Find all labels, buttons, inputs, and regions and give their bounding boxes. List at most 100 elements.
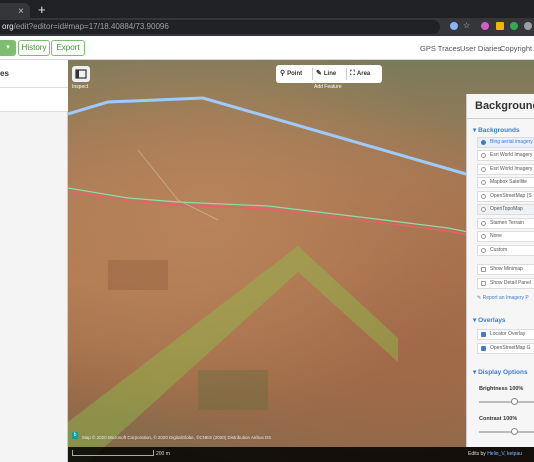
sidebar-row[interactable] <box>0 88 68 112</box>
browser-tab[interactable]: × <box>0 3 30 18</box>
radio-icon[interactable] <box>481 207 486 212</box>
report-imagery-link[interactable]: ✎ Report an Imagery P <box>477 295 529 301</box>
divider <box>467 118 534 119</box>
overlay-option[interactable]: OpenStreetMap G <box>477 343 534 354</box>
background-option-label: None <box>490 233 502 239</box>
add-area-button[interactable]: ⛶ Area <box>350 65 370 83</box>
background-option[interactable]: Stamen Terrain <box>477 218 534 229</box>
overlay-option-label: Locator Overlay <box>490 331 526 337</box>
overlays-section-header[interactable]: ▾ Overlays <box>473 316 506 324</box>
background-option[interactable]: Esri World Imagery <box>477 164 534 175</box>
map-footer: 200 m Edits by Helio_V, ketpau <box>68 447 534 462</box>
checkbox-icon[interactable] <box>481 281 486 286</box>
radio-icon[interactable] <box>481 153 486 158</box>
background-option[interactable]: None <box>477 231 534 242</box>
brightness-label: Brightness 100% <box>479 386 524 392</box>
inspect-label: Inspect <box>72 84 89 90</box>
background-option[interactable]: OpenStreetMap (S <box>477 191 534 202</box>
vegetation-patch <box>198 370 268 410</box>
radio-icon[interactable] <box>481 167 486 172</box>
radio-icon[interactable] <box>481 180 486 185</box>
line-icon: ✎ <box>316 70 322 77</box>
radio-icon[interactable] <box>481 221 486 226</box>
extension-icon[interactable] <box>524 22 532 30</box>
map-canvas[interactable]: Inspect ⚲ Point ✎ Line ⛶ Area Add Feature B… <box>68 60 534 462</box>
url-text: org/edit?editor=id#map=17/18.40884/73.90… <box>2 22 169 32</box>
add-feature-toolbar: ⚲ Point ✎ Line ⛶ Area <box>276 65 382 83</box>
left-sidebar: es <box>0 60 68 462</box>
gps-traces-link[interactable]: GPS Traces <box>420 44 460 53</box>
show-detail-panel-option[interactable]: Show Detail Panel <box>477 278 534 289</box>
brightness-slider[interactable] <box>479 398 534 405</box>
contrast-label: Contrast 100% <box>479 416 518 422</box>
translate-icon[interactable] <box>450 22 458 30</box>
background-option-label: Bing aerial imagery <box>490 139 533 145</box>
display-options-section-header[interactable]: ▾ Display Options <box>473 368 528 376</box>
browser-tab-bar: × + <box>0 0 534 18</box>
imagery-attribution[interactable]: Map © 2020 Microsoft Corporation, © 2020… <box>82 435 271 440</box>
radio-icon[interactable] <box>481 194 486 199</box>
background-pane: Backgrounds ▾ Backgrounds Bing aerial im… <box>466 94 534 447</box>
editor-top-bar: ▾ History Export GPS Traces User Diaries… <box>0 36 534 60</box>
new-tab-icon[interactable]: + <box>38 3 46 16</box>
show-detail-panel-label: Show Detail Panel <box>490 280 531 286</box>
background-option-label: Mapbox Satellite <box>490 179 527 185</box>
extension-icon[interactable] <box>481 22 489 30</box>
save-dropdown-button[interactable]: ▾ <box>0 40 16 56</box>
background-option[interactable]: Bing aerial imagery <box>477 137 534 148</box>
contrast-slider[interactable] <box>479 428 534 435</box>
url-field[interactable]: org/edit?editor=id#map=17/18.40884/73.90… <box>0 20 440 34</box>
background-option-label: OpenTopoMap <box>490 206 523 212</box>
tab-close-icon[interactable]: × <box>18 7 24 17</box>
star-icon[interactable]: ☆ <box>463 21 471 30</box>
checkbox-icon[interactable] <box>481 267 486 272</box>
edits-user-link[interactable]: Helio_V, ketpau <box>487 451 522 457</box>
overlay-option[interactable]: Locator Overlay <box>477 329 534 340</box>
export-button[interactable]: Export <box>51 40 85 56</box>
extension-icon[interactable] <box>510 22 518 30</box>
background-option-label: Custom <box>490 247 508 253</box>
edits-prefix: Edits by <box>468 451 486 457</box>
road-line <box>68 96 489 182</box>
background-option-label: Esri World Imagery <box>490 152 533 158</box>
slider-handle[interactable] <box>511 428 518 435</box>
checkbox-checked-icon[interactable] <box>481 346 486 351</box>
checkbox-checked-icon[interactable] <box>481 332 486 337</box>
display-options-header-label: Display Options <box>478 369 528 376</box>
history-button[interactable]: History <box>18 40 50 56</box>
bing-logo-icon: b <box>72 432 78 439</box>
background-option[interactable]: Esri World Imagery <box>477 150 534 161</box>
scale-bar[interactable] <box>72 450 154 456</box>
user-diaries-link[interactable]: User Diaries <box>460 44 501 53</box>
sidebar-title: es <box>0 69 9 78</box>
area-icon: ⛶ <box>350 70 355 77</box>
copyright-link[interactable]: Copyright <box>500 44 532 53</box>
background-option[interactable]: Custom <box>477 245 534 256</box>
report-imagery-label: Report an Imagery P <box>482 295 529 301</box>
radio-icon[interactable] <box>481 248 486 253</box>
show-minimap-label: Show Minimap <box>490 266 523 272</box>
divider <box>346 68 347 80</box>
background-option[interactable]: Mapbox Satellite <box>477 177 534 188</box>
radio-icon[interactable] <box>481 234 486 239</box>
background-option-label: Esri World Imagery <box>490 166 533 172</box>
backgrounds-section-header[interactable]: ▾ Backgrounds <box>473 126 520 134</box>
radio-icon[interactable] <box>481 140 486 145</box>
background-option[interactable]: OpenTopoMap <box>477 204 534 215</box>
background-option-label: OpenStreetMap (S <box>490 193 532 199</box>
point-icon: ⚲ <box>280 70 286 77</box>
sidebar-header: es <box>0 60 68 88</box>
show-minimap-option[interactable]: Show Minimap <box>477 264 534 275</box>
inspect-button[interactable] <box>72 66 90 82</box>
slider-handle[interactable] <box>511 398 518 405</box>
add-feature-caption: Add Feature <box>314 84 342 90</box>
browser-address-bar: org/edit?editor=id#map=17/18.40884/73.90… <box>0 18 534 36</box>
add-line-button[interactable]: ✎ Line <box>316 65 336 83</box>
add-point-button[interactable]: ⚲ Point <box>280 65 302 83</box>
extension-icon[interactable] <box>496 22 504 30</box>
field-patch <box>108 260 168 290</box>
map-overlay <box>68 96 489 462</box>
url-path: /edit?editor=id#map=17/18.40884/73.90096 <box>13 22 169 31</box>
line-label: Line <box>323 71 337 77</box>
overlay-option-label: OpenStreetMap G <box>490 345 531 351</box>
